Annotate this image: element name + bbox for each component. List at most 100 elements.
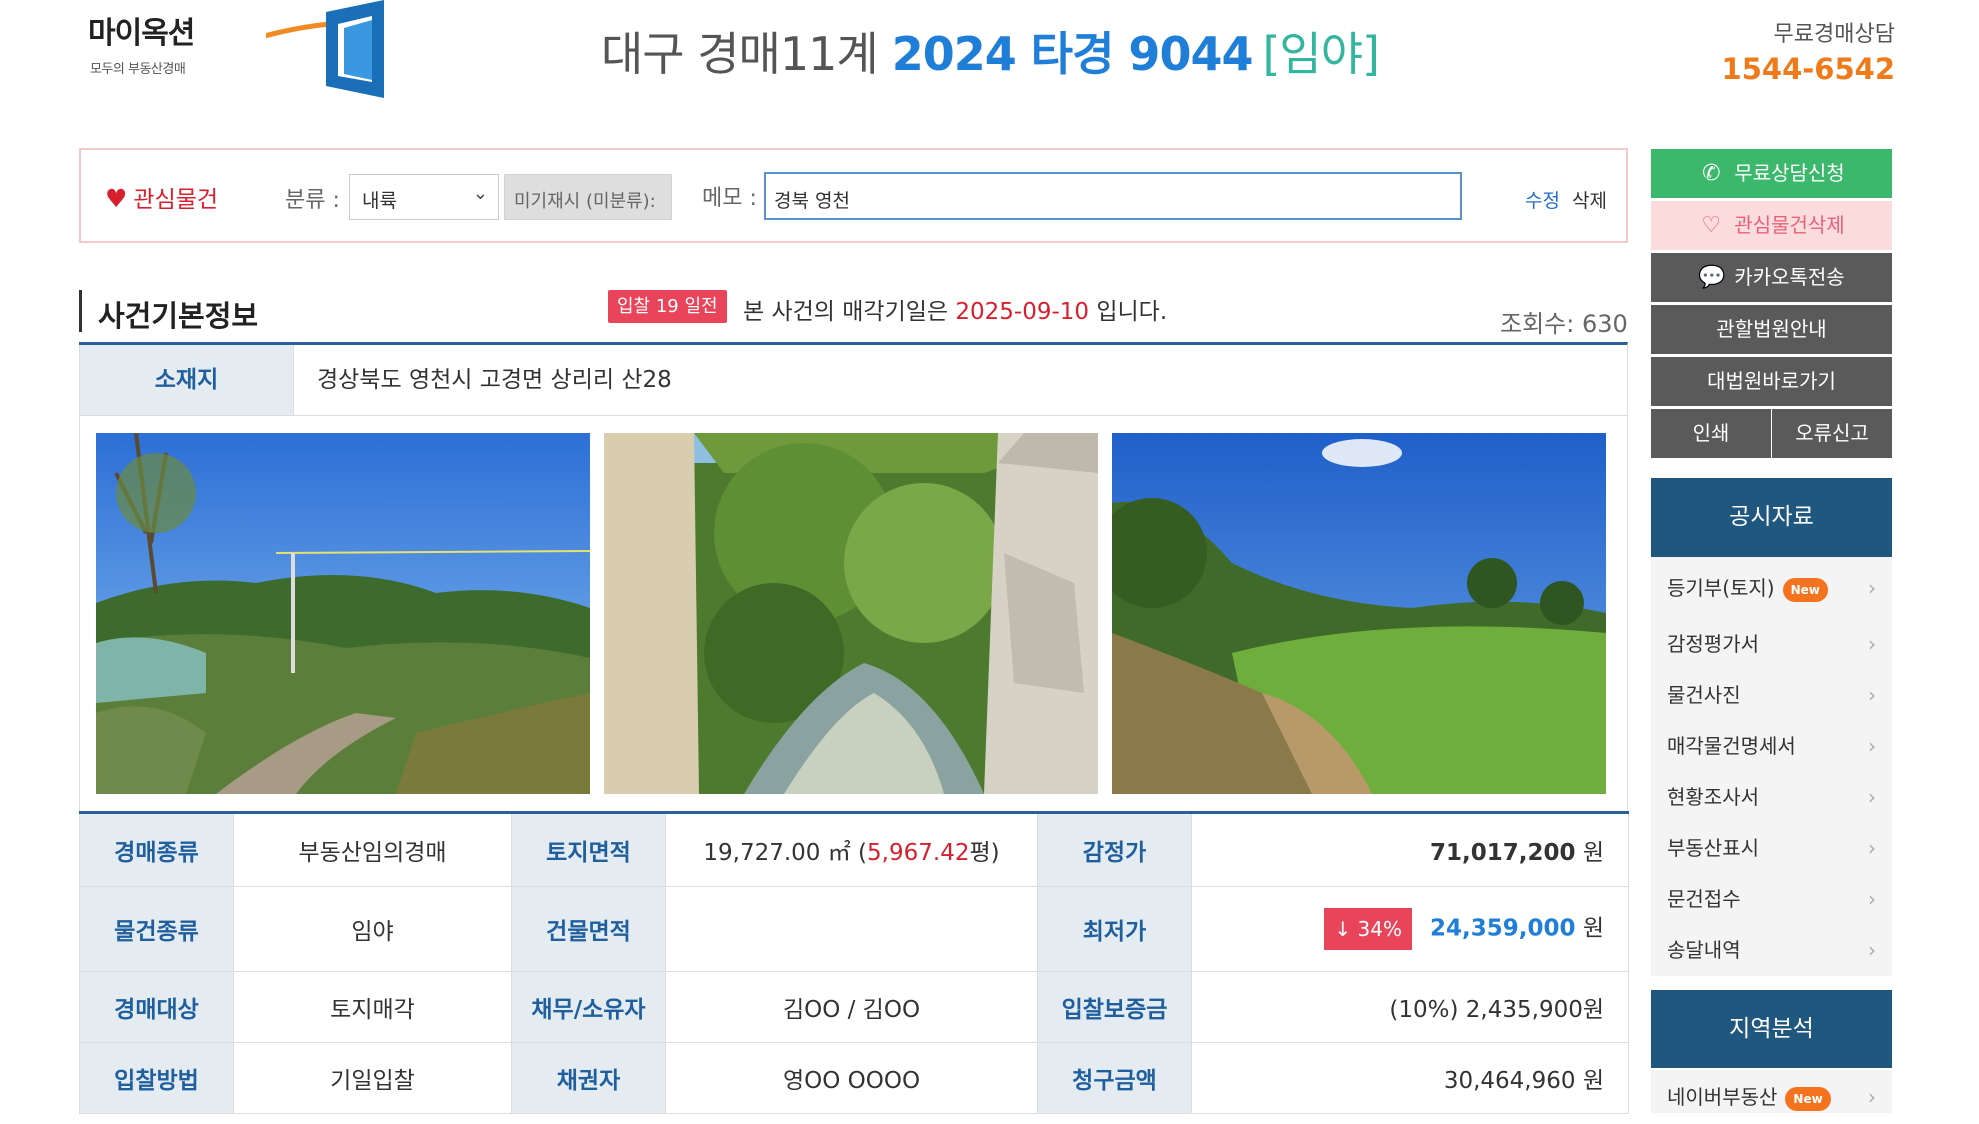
- sale-suffix: 입니다.: [1096, 299, 1168, 325]
- dday-badge: 입찰 19 일전: [608, 290, 727, 323]
- section-title: 사건기본정보: [98, 299, 259, 333]
- category-label: 분류 :: [285, 188, 340, 213]
- table-row: 경매종류 부동산임의경매 토지면적 19,727.00 ㎡ (5,967.42평…: [79, 812, 1629, 887]
- doc-photos-link[interactable]: 물건사진 ›: [1651, 670, 1892, 721]
- min-price-label: 최저가: [1037, 886, 1192, 972]
- doc-registry-link[interactable]: 등기부(토지) New ›: [1651, 557, 1892, 619]
- property-photo-field[interactable]: [1112, 433, 1606, 794]
- property-photo-road[interactable]: [96, 433, 590, 794]
- memo-bar: ♥ 관심물건 분류 : 내륙 ⌄ 미기재시 (미분류): 메모 : 경북 영천 수…: [79, 148, 1628, 243]
- location-label: 소재지: [79, 345, 294, 415]
- building-area-value: [665, 886, 1038, 972]
- favorite-label: 관심물건: [133, 187, 219, 213]
- building-area-label: 건물면적: [511, 886, 666, 972]
- property-kind: [임야]: [1262, 27, 1380, 81]
- heart-outline-icon: ♡: [1701, 213, 1722, 238]
- logo-door-icon: [266, 0, 385, 98]
- naver-realestate-link[interactable]: 네이버부동산 New ›: [1651, 1070, 1892, 1113]
- site-logo[interactable]: 마이옥션 모두의 부동산경매: [88, 0, 385, 98]
- favorite-button[interactable]: ♥ 관심물건: [105, 180, 218, 214]
- doc-label: 현황조사서: [1667, 785, 1759, 809]
- memo-input[interactable]: 경북 영천: [764, 172, 1462, 220]
- location-value: 경상북도 영천시 고경면 상리리 산28: [317, 367, 672, 393]
- consult-request-button[interactable]: ✆ 무료상담신청: [1651, 149, 1892, 198]
- chevron-right-icon: ›: [1868, 938, 1876, 962]
- auction-type-label: 경매종류: [79, 812, 234, 887]
- region-analysis-title: 지역분석: [1651, 990, 1892, 1068]
- chevron-right-icon: ›: [1868, 887, 1876, 911]
- favorite-delete-label: 관심물건삭제: [1734, 213, 1845, 237]
- target-value: 토지매각: [233, 971, 512, 1043]
- doc-label: 감정평가서: [1667, 632, 1759, 656]
- chevron-right-icon: ›: [1868, 576, 1876, 600]
- unclassified-button[interactable]: 미기재시 (미분류):: [504, 174, 672, 220]
- new-badge: New: [1785, 1086, 1831, 1111]
- logo-subtitle: 모두의 부동산경매: [90, 62, 186, 77]
- method-value: 기일입찰: [233, 1042, 512, 1114]
- creditor-label: 채권자: [511, 1042, 666, 1114]
- location-row: 소재지 경상북도 영천시 고경면 상리리 산28: [79, 342, 1628, 416]
- property-type-value: 임야: [233, 886, 512, 972]
- won-unit: 원: [1582, 840, 1604, 866]
- chevron-right-icon: ›: [1868, 1085, 1876, 1109]
- kakao-send-button[interactable]: 💬 카카오톡전송: [1651, 253, 1892, 302]
- owner-label: 채무/소유자: [511, 971, 666, 1043]
- doc-label: 등기부(토지): [1667, 576, 1775, 600]
- print-button[interactable]: 인쇄: [1651, 409, 1771, 458]
- land-area-value: 19,727.00 ㎡ (5,967.42평): [665, 812, 1038, 887]
- claim-label: 청구금액: [1037, 1042, 1192, 1114]
- new-badge: New: [1782, 577, 1828, 602]
- logo-text: 마이옥션: [88, 16, 195, 51]
- won-unit: 원: [1582, 1068, 1604, 1094]
- property-photo-stream[interactable]: [604, 433, 1098, 794]
- favorite-delete-button[interactable]: ♡ 관심물건삭제: [1651, 201, 1892, 250]
- court-name: 대구 경매11계: [600, 27, 879, 81]
- method-label: 입찰방법: [79, 1042, 234, 1114]
- claim-amount: 30,464,960: [1443, 1068, 1576, 1094]
- region-list: 네이버부동산 New ›: [1651, 1070, 1892, 1113]
- appraisal-value: 71,017,200 원: [1191, 812, 1629, 887]
- chevron-right-icon: ›: [1868, 683, 1876, 707]
- auction-type-value: 부동산임의경매: [233, 812, 512, 887]
- table-row: 물건종류 임야 건물면적 최저가 ↓ 34% 24,359,000 원: [79, 886, 1629, 972]
- memo-delete-link[interactable]: 삭제: [1572, 186, 1607, 213]
- doc-appraisal-link[interactable]: 감정평가서 ›: [1651, 619, 1892, 670]
- deposit-value: (10%) 2,435,900원: [1191, 971, 1629, 1043]
- won-unit: 원: [1582, 915, 1604, 942]
- case-info-table: 경매종류 부동산임의경매 토지면적 19,727.00 ㎡ (5,967.42평…: [79, 811, 1629, 1114]
- report-error-button[interactable]: 오류신고: [1772, 409, 1892, 458]
- consult-label: 무료경매상담: [1773, 22, 1895, 47]
- doc-sale-spec-link[interactable]: 매각물건명세서 ›: [1651, 721, 1892, 772]
- deposit-label: 입찰보증금: [1037, 971, 1192, 1043]
- doc-delivery-link[interactable]: 송달내역 ›: [1651, 925, 1892, 976]
- category-select[interactable]: 내륙 ⌄: [349, 174, 499, 220]
- memo-edit-link[interactable]: 수정: [1525, 186, 1560, 213]
- min-price-amount: 24,359,000: [1430, 915, 1576, 942]
- consult-phone[interactable]: 1544-6542: [1722, 52, 1895, 86]
- category-value: 내륙: [362, 190, 397, 212]
- sale-date-notice: 본 사건의 매각기일은 2025-09-10 입니다.: [743, 292, 1167, 326]
- page-title: 대구 경매11계 2024 타경 9044 [임야]: [400, 18, 1580, 84]
- appraisal-label: 감정가: [1037, 812, 1192, 887]
- doc-filing-link[interactable]: 문건접수 ›: [1651, 874, 1892, 925]
- memo-label: 메모 :: [702, 186, 757, 211]
- discount-badge: ↓ 34%: [1324, 908, 1412, 950]
- doc-property-link[interactable]: 부동산표시 ›: [1651, 823, 1892, 874]
- doc-survey-link[interactable]: 현황조사서 ›: [1651, 772, 1892, 823]
- section-marker: [79, 290, 82, 332]
- property-type-label: 물건종류: [79, 886, 234, 972]
- pyeong-unit: 평: [969, 840, 991, 866]
- region-label: 네이버부동산: [1667, 1085, 1778, 1109]
- chevron-right-icon: ›: [1868, 734, 1876, 758]
- land-area-pyeong: 5,967.42: [867, 840, 970, 866]
- doc-label: 매각물건명세서: [1667, 734, 1796, 758]
- claim-value: 30,464,960 원: [1191, 1042, 1629, 1114]
- appraisal-amount: 71,017,200: [1430, 840, 1576, 866]
- doc-label: 송달내역: [1667, 938, 1741, 962]
- doc-label: 물건사진: [1667, 683, 1741, 707]
- doc-label: 문건접수: [1667, 887, 1741, 911]
- chevron-right-icon: ›: [1868, 632, 1876, 656]
- supreme-court-button[interactable]: 대법원바로가기: [1651, 357, 1892, 406]
- chevron-right-icon: ›: [1868, 836, 1876, 860]
- court-info-button[interactable]: 관할법원안내: [1651, 305, 1892, 354]
